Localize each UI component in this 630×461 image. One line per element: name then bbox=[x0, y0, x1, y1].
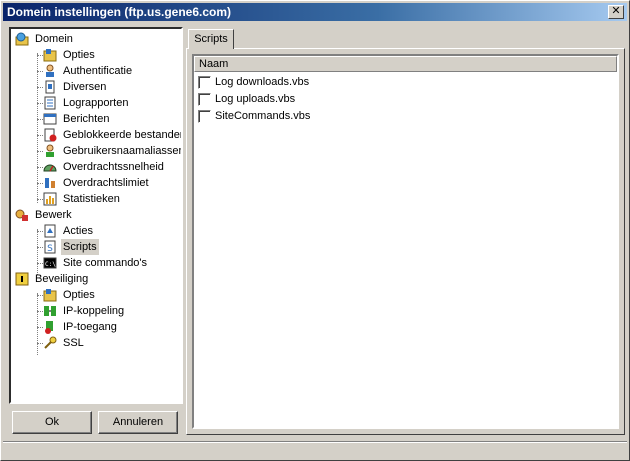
options-icon bbox=[43, 49, 57, 62]
script-checkbox[interactable] bbox=[198, 93, 211, 106]
tree-label: IP-koppeling bbox=[63, 305, 125, 317]
tree-label: Bewerk bbox=[35, 209, 72, 221]
tree-label: Geblokkeerde bestanden bbox=[63, 129, 183, 141]
user-key-icon bbox=[46, 64, 54, 77]
scripts-list[interactable]: Naam Log downloads.vbs Log uploads.vbs S… bbox=[192, 54, 619, 429]
status-bar bbox=[3, 441, 627, 459]
tree-label: Berichten bbox=[63, 113, 110, 125]
key-icon bbox=[44, 336, 57, 349]
globe-folder-icon bbox=[15, 32, 29, 46]
statistics-icon bbox=[43, 192, 57, 206]
tree-label: Gebruikersnaamaliassen bbox=[63, 145, 183, 157]
ip-access-icon bbox=[45, 321, 53, 334]
tree-label: Overdrachtssnelheid bbox=[63, 161, 164, 173]
tree-label: Lograpporten bbox=[63, 97, 129, 109]
tree-label: Beveiliging bbox=[35, 273, 89, 285]
script-checkbox[interactable] bbox=[198, 110, 211, 123]
command-prompt-icon: C:\ bbox=[43, 257, 57, 269]
actions-icon bbox=[44, 224, 56, 238]
tab-scripts[interactable]: Scripts bbox=[188, 29, 234, 49]
tree-label: Overdrachtslimiet bbox=[63, 177, 149, 189]
blocked-file-icon bbox=[44, 128, 57, 142]
tab-container: Scripts Naam Log downloads.vbs Log uploa… bbox=[186, 27, 625, 435]
tree-label: Diversen bbox=[63, 81, 107, 93]
tree-label: Site commando's bbox=[63, 257, 148, 269]
ok-button[interactable]: Ok bbox=[12, 411, 92, 434]
messages-icon bbox=[43, 113, 57, 125]
tree-connector bbox=[37, 293, 38, 355]
user-alias-icon bbox=[46, 144, 54, 157]
tree-label: Domein bbox=[35, 33, 73, 45]
tree-label: Statistieken bbox=[63, 193, 120, 205]
tree-label: Opties bbox=[63, 49, 95, 61]
title-bar[interactable]: Domein instellingen (ftp.us.gene6.com) ✕ bbox=[3, 3, 627, 21]
cancel-button[interactable]: Annuleren bbox=[98, 411, 178, 434]
tab-panel-scripts: Naam Log downloads.vbs Log uploads.vbs S… bbox=[186, 48, 625, 435]
edit-icon bbox=[15, 209, 28, 221]
speedometer-icon bbox=[43, 164, 57, 172]
lock-icon bbox=[15, 272, 29, 286]
tree-label: Scripts bbox=[61, 239, 99, 255]
dialog-window: Domein instellingen (ftp.us.gene6.com) ✕… bbox=[0, 0, 630, 461]
svg-text:C:\: C:\ bbox=[45, 261, 56, 268]
close-icon: ✕ bbox=[611, 5, 621, 17]
script-name: SiteCommands.vbs bbox=[215, 110, 311, 122]
script-icon: S bbox=[44, 240, 56, 254]
script-name: Log downloads.vbs bbox=[215, 76, 310, 88]
list-header: Naam bbox=[194, 56, 617, 72]
window-title: Domein instellingen (ftp.us.gene6.com) bbox=[7, 5, 232, 19]
script-name: Log uploads.vbs bbox=[215, 93, 296, 105]
log-icon bbox=[44, 96, 56, 110]
tree-label: IP-toegang bbox=[63, 321, 117, 333]
tree-label: SSL bbox=[63, 337, 84, 349]
transfer-limit-icon bbox=[45, 178, 55, 188]
settings-tree[interactable]: Domein Opties Authentificatie Diversen L… bbox=[9, 27, 183, 404]
tree-label: Opties bbox=[63, 289, 95, 301]
tree-label: Acties bbox=[63, 225, 93, 237]
options-icon bbox=[43, 289, 57, 302]
svg-text:S: S bbox=[47, 244, 53, 254]
column-header-naam[interactable]: Naam bbox=[194, 56, 617, 72]
tree-connector bbox=[37, 53, 38, 203]
tree-connector bbox=[37, 229, 38, 275]
script-checkbox[interactable] bbox=[198, 76, 211, 89]
network-link-icon bbox=[44, 306, 56, 316]
tree-label: Authentificatie bbox=[63, 65, 133, 77]
close-button[interactable]: ✕ bbox=[608, 5, 624, 19]
misc-icon bbox=[45, 80, 55, 94]
